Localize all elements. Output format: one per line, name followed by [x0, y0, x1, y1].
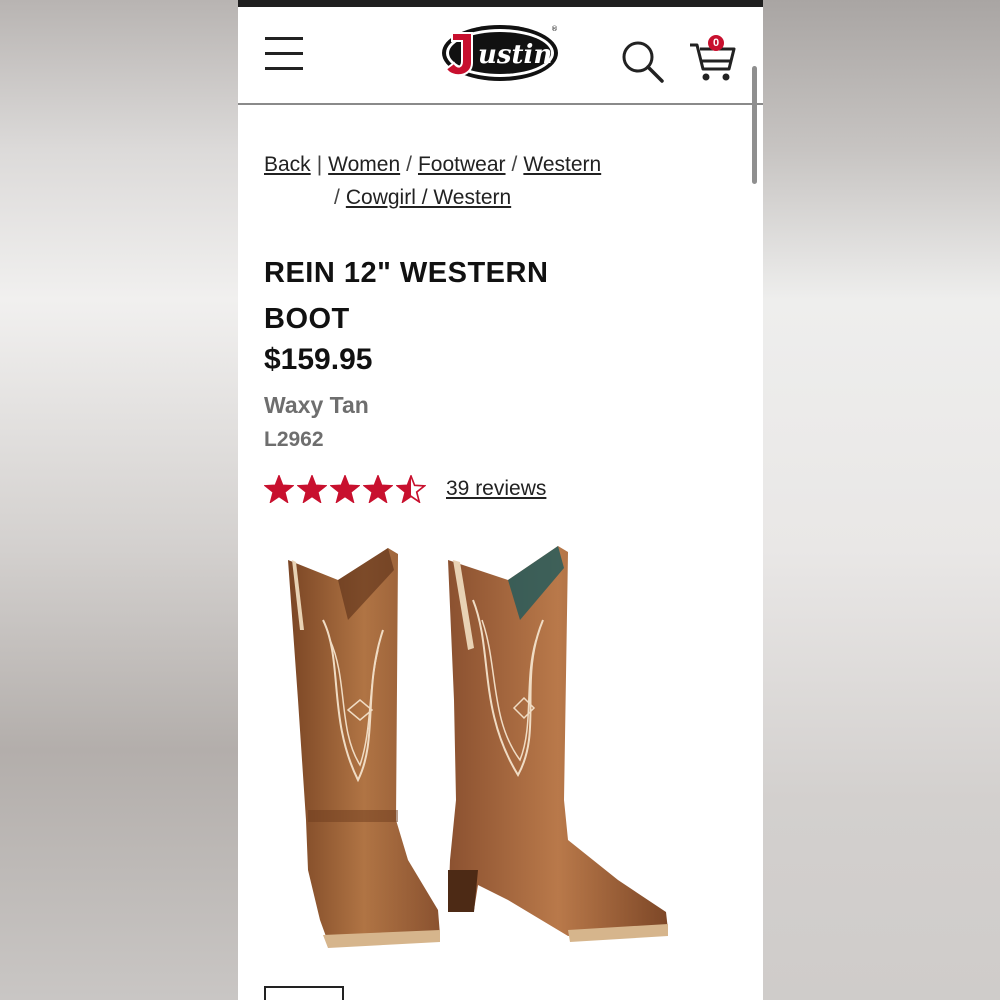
product-image[interactable] — [268, 540, 708, 965]
product-sku: L2962 — [264, 428, 324, 451]
backdrop-left — [0, 0, 238, 1000]
backdrop-right — [763, 0, 1000, 1000]
star-icon — [396, 475, 426, 503]
star-icon — [297, 475, 327, 503]
menu-icon[interactable] — [265, 37, 303, 71]
cart-button[interactable]: 0 — [688, 35, 738, 83]
product-title: REIN 12" WESTERN BOOT — [264, 257, 549, 335]
scrollbar-thumb[interactable] — [752, 66, 757, 184]
justin-logo[interactable]: ustin ® — [438, 19, 563, 87]
cart-count-badge: 0 — [708, 35, 724, 51]
breadcrumb-women[interactable]: Women — [328, 153, 400, 176]
logo-wordmark: ustin — [478, 40, 552, 70]
product-rating: 39 reviews — [264, 472, 546, 506]
breadcrumb: Back | Women / Footwear / Western / Cowgirl / W… — [264, 153, 602, 209]
svg-text:®: ® — [551, 25, 558, 33]
reviews-link[interactable]: 39 reviews — [446, 477, 546, 501]
left-boot — [288, 548, 440, 948]
star-icon — [363, 475, 393, 503]
breadcrumb-cowgirl-western[interactable]: Cowgirl / Western — [346, 186, 511, 209]
mobile-page: ustin ® 0 Back | Women / Footwear / Western / C… — [238, 0, 763, 1000]
product-color: Waxy Tan — [264, 392, 369, 418]
gallery-thumbnail[interactable] — [264, 986, 344, 1000]
rating-stars — [264, 475, 426, 503]
breadcrumb-footwear[interactable]: Footwear — [418, 153, 506, 176]
breadcrumb-western[interactable]: Western — [523, 153, 601, 176]
star-icon — [264, 475, 294, 503]
product-price: $159.95 — [264, 343, 373, 376]
search-icon[interactable] — [621, 40, 665, 84]
right-boot — [448, 546, 668, 942]
site-header: ustin ® 0 — [238, 7, 763, 105]
breadcrumb-back[interactable]: Back — [264, 153, 311, 176]
star-icon — [330, 475, 360, 503]
status-strip — [238, 0, 763, 7]
